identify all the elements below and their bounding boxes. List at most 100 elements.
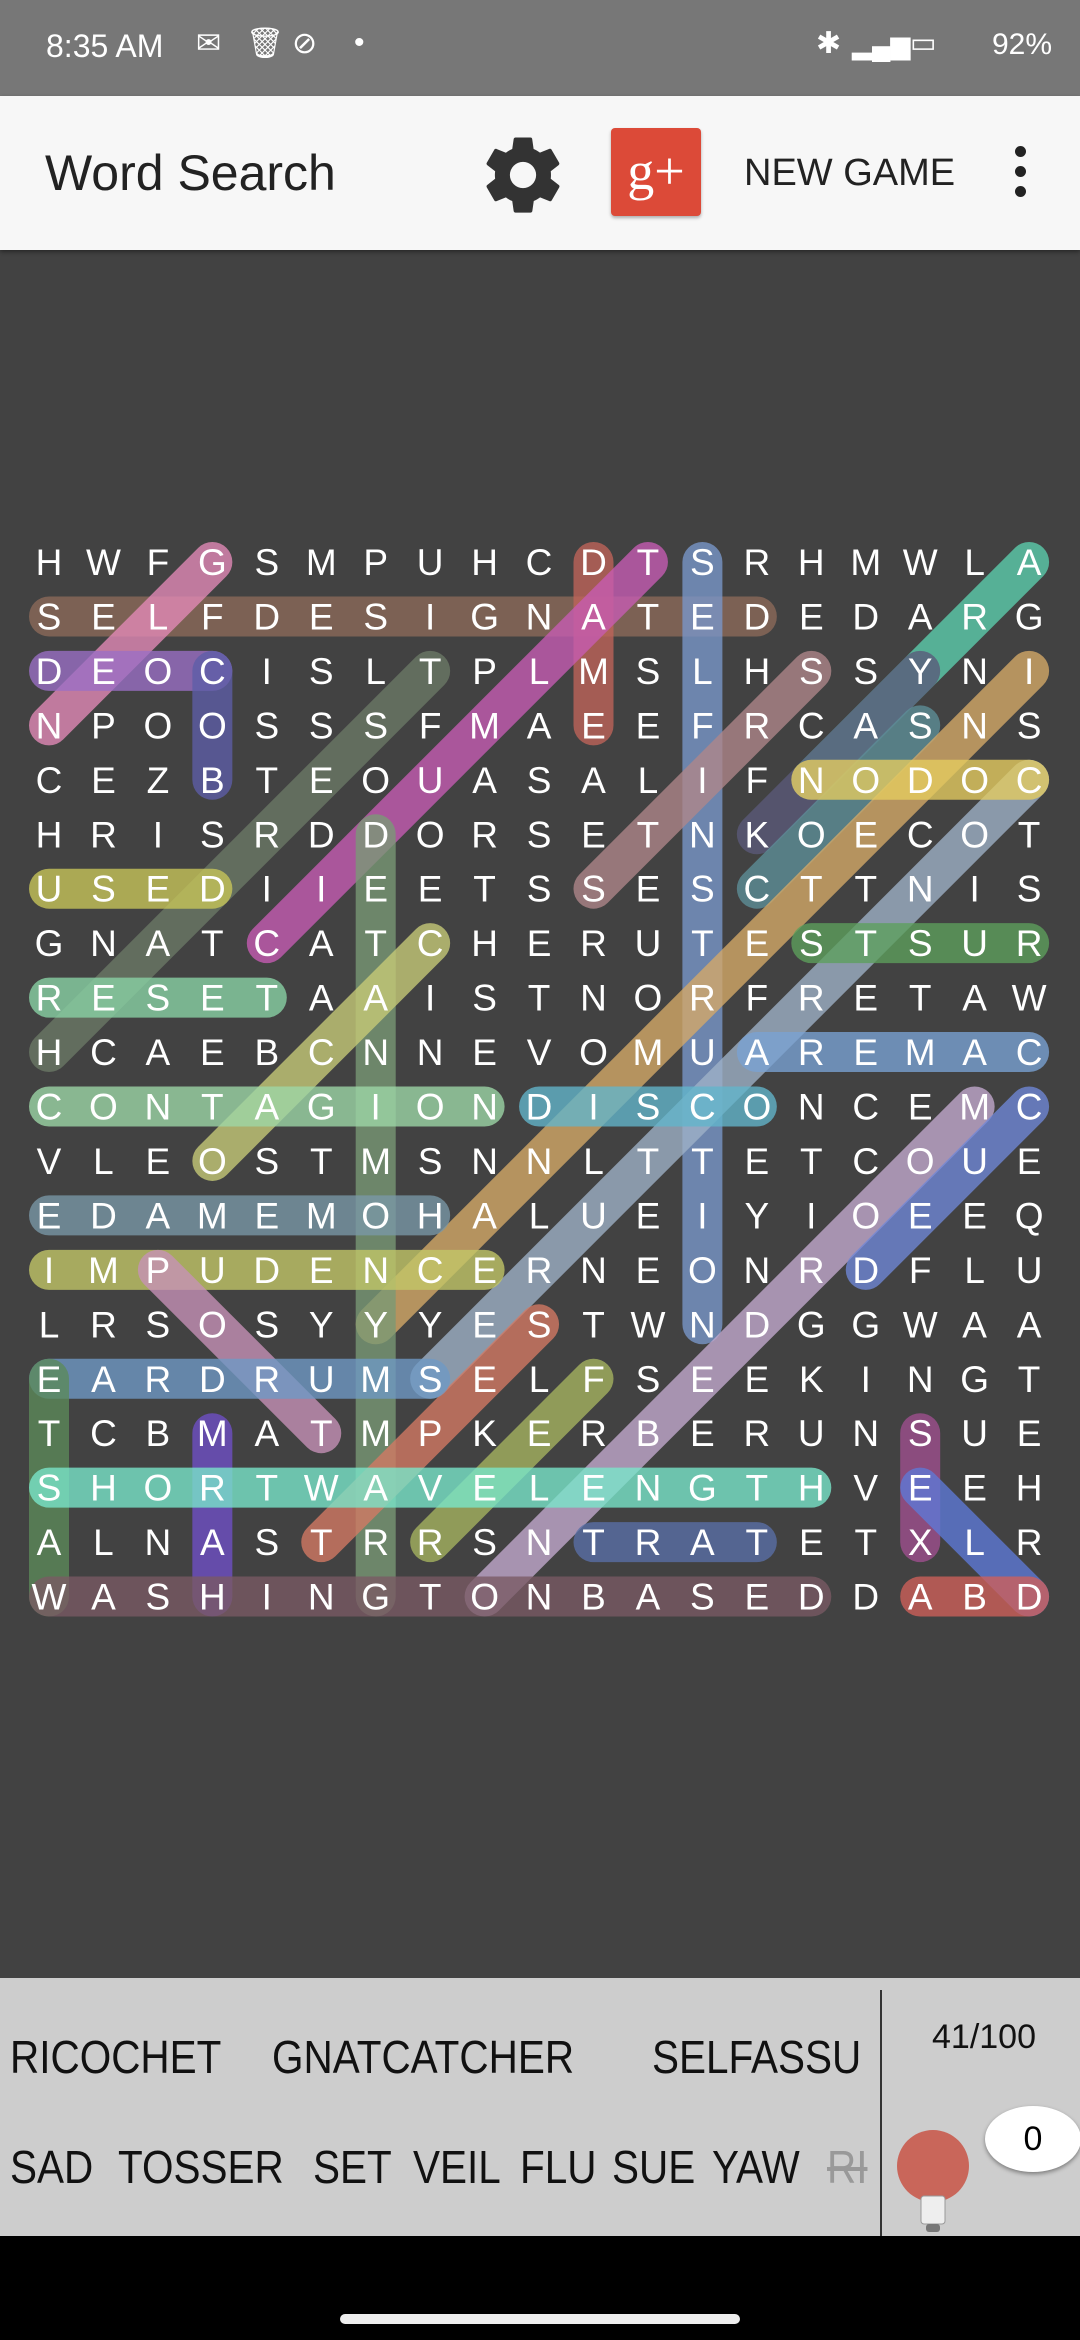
- grid-letter[interactable]: A: [363, 1468, 388, 1509]
- grid-letter[interactable]: T: [637, 542, 660, 583]
- grid-letter[interactable]: S: [908, 1413, 933, 1454]
- grid-letter[interactable]: O: [960, 760, 989, 801]
- grid-letter[interactable]: F: [746, 978, 769, 1019]
- grid-letter[interactable]: E: [799, 1522, 824, 1563]
- grid-letter[interactable]: E: [853, 1032, 878, 1073]
- grid-letter[interactable]: C: [852, 1141, 879, 1182]
- grid-letter[interactable]: T: [909, 978, 932, 1019]
- grid-letter[interactable]: D: [308, 814, 335, 855]
- grid-letter[interactable]: G: [1015, 596, 1044, 637]
- grid-letter[interactable]: T: [1018, 1359, 1041, 1400]
- grid-letter[interactable]: R: [362, 1522, 389, 1563]
- grid-letter[interactable]: N: [526, 1141, 553, 1182]
- grid-letter[interactable]: N: [689, 814, 716, 855]
- grid-letter[interactable]: N: [580, 978, 607, 1019]
- grid-letter[interactable]: X: [908, 1522, 933, 1563]
- grid-letter[interactable]: H: [798, 542, 825, 583]
- grid-letter[interactable]: N: [471, 1087, 498, 1128]
- grid-letter[interactable]: M: [360, 1413, 391, 1454]
- grid-letter[interactable]: D: [253, 1250, 280, 1291]
- grid-letter[interactable]: D: [199, 869, 226, 910]
- grid-letter[interactable]: O: [144, 705, 173, 746]
- grid-letter[interactable]: O: [851, 1195, 880, 1236]
- grid-letter[interactable]: B: [581, 1577, 606, 1618]
- grid-letter[interactable]: R: [90, 814, 117, 855]
- grid-letter[interactable]: T: [419, 1577, 442, 1618]
- grid-letter[interactable]: H: [1016, 1468, 1043, 1509]
- grid-letter[interactable]: T: [637, 814, 660, 855]
- grid-letter[interactable]: S: [636, 1359, 661, 1400]
- grid-letter[interactable]: S: [527, 760, 552, 801]
- grid-letter[interactable]: F: [746, 760, 769, 801]
- grid-letter[interactable]: C: [417, 923, 444, 964]
- grid-letter[interactable]: O: [144, 651, 173, 692]
- grid-letter[interactable]: D: [362, 814, 389, 855]
- grid-letter[interactable]: R: [580, 923, 607, 964]
- grid-letter[interactable]: U: [689, 1032, 716, 1073]
- grid-letter[interactable]: N: [907, 1359, 934, 1400]
- grid-letter[interactable]: A: [91, 1577, 116, 1618]
- grid-letter[interactable]: L: [583, 1141, 604, 1182]
- grid-letter[interactable]: A: [962, 1032, 987, 1073]
- grid-letter[interactable]: I: [425, 978, 435, 1019]
- grid-letter[interactable]: D: [253, 596, 280, 637]
- grid-letter[interactable]: M: [469, 705, 500, 746]
- grid-letter[interactable]: V: [418, 1468, 443, 1509]
- grid-letter[interactable]: O: [89, 1087, 118, 1128]
- grid-letter[interactable]: E: [908, 1468, 933, 1509]
- grid-letter[interactable]: E: [581, 1468, 606, 1509]
- grid-letter[interactable]: C: [90, 1032, 117, 1073]
- grid-letter[interactable]: D: [907, 760, 934, 801]
- grid-letter[interactable]: N: [526, 1522, 553, 1563]
- grid-letter[interactable]: R: [145, 1359, 172, 1400]
- grid-letter[interactable]: C: [689, 1087, 716, 1128]
- grid-letter[interactable]: O: [634, 978, 663, 1019]
- grid-letter[interactable]: N: [145, 1087, 172, 1128]
- grid-letter[interactable]: M: [360, 1359, 391, 1400]
- grid-letter[interactable]: N: [961, 651, 988, 692]
- grid-letter[interactable]: U: [961, 1141, 988, 1182]
- hint-bulb-icon[interactable]: [893, 2128, 973, 2238]
- grid-letter[interactable]: L: [529, 1359, 550, 1400]
- home-gesture-pill[interactable]: [340, 2314, 740, 2324]
- grid-letter[interactable]: R: [580, 1413, 607, 1454]
- grid-letter[interactable]: F: [419, 705, 442, 746]
- google-plus-icon[interactable]: g+: [611, 128, 701, 216]
- grid-letter[interactable]: M: [850, 542, 881, 583]
- grid-letter[interactable]: C: [907, 814, 934, 855]
- grid-letter[interactable]: N: [743, 1250, 770, 1291]
- grid-letter[interactable]: P: [363, 542, 388, 583]
- grid-letter[interactable]: E: [254, 1195, 279, 1236]
- grid-letter[interactable]: E: [690, 1359, 715, 1400]
- grid-letter[interactable]: A: [745, 1032, 770, 1073]
- grid-letter[interactable]: E: [745, 1359, 770, 1400]
- grid-letter[interactable]: A: [581, 596, 606, 637]
- grid-letter[interactable]: M: [959, 1087, 990, 1128]
- grid-letter[interactable]: U: [635, 923, 662, 964]
- grid-letter[interactable]: M: [633, 1032, 664, 1073]
- grid-letter[interactable]: S: [146, 1577, 171, 1618]
- grid-letter[interactable]: S: [418, 1141, 443, 1182]
- grid-letter[interactable]: E: [581, 705, 606, 746]
- grid-letter[interactable]: I: [861, 1359, 871, 1400]
- grid-letter[interactable]: R: [798, 1032, 825, 1073]
- grid-letter[interactable]: R: [253, 814, 280, 855]
- grid-letter[interactable]: V: [37, 1141, 62, 1182]
- grid-letter[interactable]: K: [799, 1359, 824, 1400]
- grid-letter[interactable]: T: [255, 978, 278, 1019]
- grid-letter[interactable]: S: [254, 542, 279, 583]
- grid-letter[interactable]: D: [798, 1577, 825, 1618]
- grid-letter[interactable]: E: [472, 1304, 497, 1345]
- grid-letter[interactable]: D: [580, 542, 607, 583]
- grid-letter[interactable]: E: [1017, 1141, 1042, 1182]
- grid-letter[interactable]: T: [1018, 814, 1041, 855]
- grid-letter[interactable]: N: [852, 1413, 879, 1454]
- grid-letter[interactable]: E: [581, 814, 606, 855]
- grid-letter[interactable]: Y: [908, 651, 933, 692]
- grid-letter[interactable]: O: [851, 760, 880, 801]
- grid-letter[interactable]: L: [529, 1468, 550, 1509]
- grid-letter[interactable]: A: [200, 1522, 225, 1563]
- grid-letter[interactable]: I: [153, 814, 163, 855]
- grid-letter[interactable]: T: [364, 923, 387, 964]
- grid-letter[interactable]: T: [637, 1141, 660, 1182]
